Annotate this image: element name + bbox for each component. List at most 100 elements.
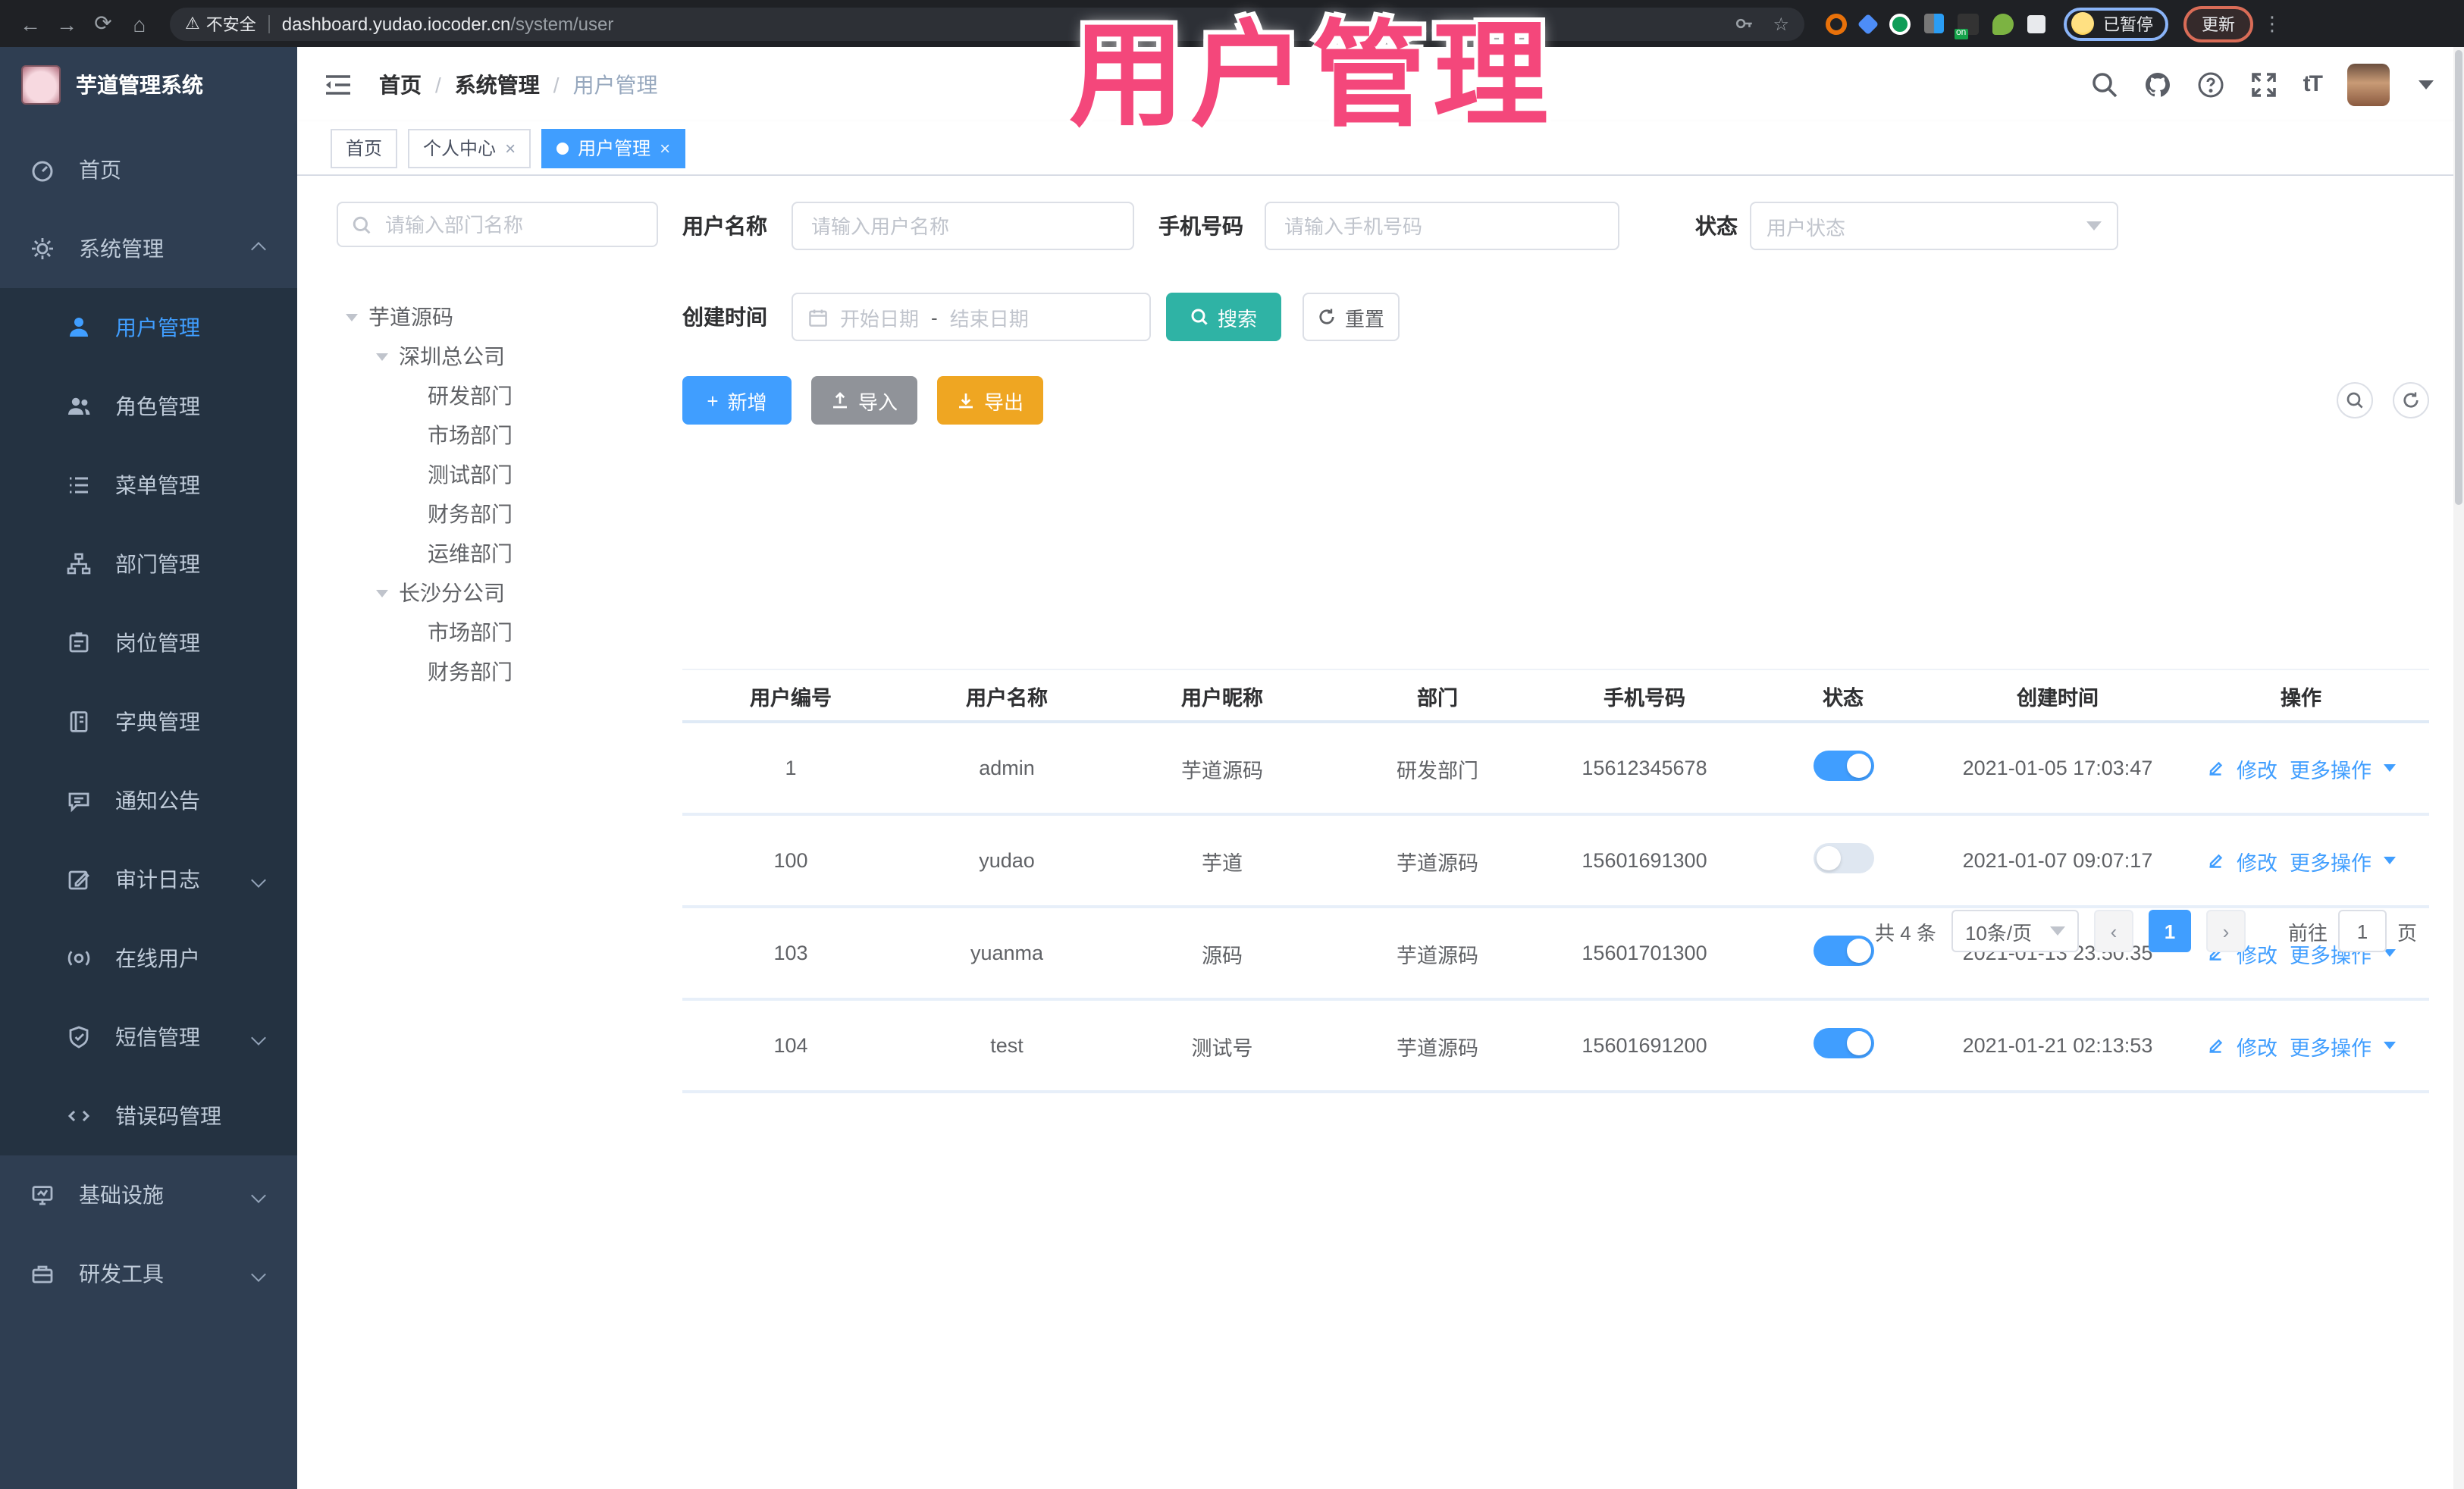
search-button[interactable]: 搜索 (1166, 293, 1281, 341)
prev-page-button[interactable]: ‹ (2093, 910, 2133, 952)
tree-caret-icon[interactable] (346, 313, 358, 321)
key-icon[interactable] (1735, 14, 1754, 33)
sidebar-item-post-mgmt[interactable]: 岗位管理 (0, 603, 297, 682)
chevron-down-icon (251, 872, 266, 887)
font-size-icon[interactable]: tT (2303, 71, 2323, 97)
mobile-label: 手机号码 (1158, 214, 1243, 238)
page-scrollbar[interactable] (2453, 47, 2464, 1489)
browser-menu-icon[interactable]: ⋮ (2262, 11, 2282, 36)
extension-switch-icon[interactable]: on (1955, 13, 1979, 39)
status-label: 状态 (1695, 214, 1738, 238)
sidebar-item-role-mgmt[interactable]: 角色管理 (0, 367, 297, 446)
back-icon[interactable]: ← (12, 11, 49, 36)
browser-update-button[interactable]: 更新 (2183, 5, 2253, 42)
table-refresh-button[interactable] (2393, 382, 2429, 418)
mobile-field[interactable] (1265, 202, 1619, 250)
status-toggle[interactable] (1813, 1028, 1873, 1058)
github-icon[interactable] (2144, 71, 2171, 98)
user-avatar[interactable] (2347, 63, 2390, 105)
table-search-button[interactable] (2337, 382, 2373, 418)
sidebar-item-errcode-mgmt[interactable]: 错误码管理 (0, 1077, 297, 1155)
sidebar-item-notice[interactable]: 通知公告 (0, 761, 297, 840)
tree-node[interactable]: 研发部门 (337, 376, 658, 415)
username-field[interactable] (792, 202, 1134, 250)
forward-icon[interactable]: → (49, 11, 85, 36)
edit-action[interactable]: 修改 (2237, 845, 2277, 876)
collapse-sidebar-icon[interactable] (324, 72, 352, 96)
tree-node[interactable]: 市场部门 (337, 613, 658, 652)
scrollbar-thumb[interactable] (2455, 50, 2462, 505)
tree-caret-icon[interactable] (376, 589, 388, 597)
status-select[interactable]: 用户状态 (1750, 202, 2118, 250)
page-size-select[interactable]: 10条/页 (1951, 910, 2079, 952)
tree-node[interactable]: 深圳总公司 (337, 337, 658, 376)
tree-node[interactable]: 测试部门 (337, 455, 658, 494)
username-input[interactable] (808, 213, 1118, 239)
bookmark-star-icon[interactable]: ☆ (1773, 13, 1789, 34)
sidebar-item-menu-mgmt[interactable]: 菜单管理 (0, 446, 297, 525)
more-actions[interactable]: 更多操作 (2290, 845, 2372, 876)
sidebar-item-home[interactable]: 首页 (0, 130, 297, 209)
sidebar-item-dev-tools[interactable]: 研发工具 (0, 1234, 297, 1313)
address-bar[interactable]: ⚠ 不安全 dashboard.yudao.iocoder.cn/system/u… (170, 7, 1804, 40)
app-logo[interactable]: 芋道管理系统 (0, 47, 297, 121)
current-page[interactable]: 1 (2148, 910, 2191, 952)
home-icon[interactable]: ⌂ (121, 11, 158, 36)
reload-icon[interactable]: ⟳ (85, 11, 121, 36)
extension-green-icon[interactable] (1889, 13, 1911, 34)
sidebar-item-system[interactable]: 系统管理 (0, 209, 297, 288)
extension-sprout-icon[interactable] (1992, 13, 2014, 34)
more-actions[interactable]: 更多操作 (2290, 1030, 2372, 1061)
fullscreen-icon[interactable] (2250, 71, 2277, 98)
extension-orange-icon[interactable] (1826, 13, 1847, 34)
sidebar-item-sms-mgmt[interactable]: 短信管理 (0, 998, 297, 1077)
goto-page-input[interactable] (2337, 910, 2387, 952)
export-button[interactable]: 导出 (937, 376, 1043, 425)
tree-node[interactable]: 财务部门 (337, 494, 658, 534)
tree-node[interactable]: 芋道源码 (337, 297, 658, 337)
breadcrumb-home[interactable]: 首页 (379, 69, 422, 99)
edit-action[interactable]: 修改 (2237, 753, 2277, 783)
status-toggle[interactable] (1813, 936, 1873, 966)
reset-button[interactable]: 重置 (1303, 293, 1400, 341)
extension-grid-icon[interactable] (1924, 14, 1944, 33)
avatar-caret-icon[interactable] (2419, 80, 2434, 89)
status-toggle[interactable] (1813, 751, 1873, 781)
user-icon (70, 318, 88, 337)
more-actions[interactable]: 更多操作 (2290, 753, 2372, 783)
sidebar-item-dict-mgmt[interactable]: 字典管理 (0, 682, 297, 761)
status-toggle[interactable] (1813, 843, 1873, 873)
tree-node[interactable]: 财务部门 (337, 652, 658, 691)
sidebar-item-infra[interactable]: 基础设施 (0, 1155, 297, 1234)
tab-profile[interactable]: 个人中心 × (408, 128, 531, 168)
browser-profile-button[interactable]: 已暂停 (2064, 7, 2168, 40)
tree-node[interactable]: 市场部门 (337, 415, 658, 455)
sidebar-item-user-mgmt[interactable]: 用户管理 (0, 288, 297, 367)
mobile-input[interactable] (1281, 213, 1603, 239)
add-button[interactable]: + 新增 (682, 376, 792, 425)
search-icon[interactable] (2091, 71, 2118, 98)
tree-node[interactable]: 长沙分公司 (337, 573, 658, 613)
edit-icon (2209, 1038, 2223, 1052)
close-icon[interactable]: × (660, 137, 670, 158)
import-button[interactable]: 导入 (811, 376, 917, 425)
edit-action[interactable]: 修改 (2237, 1030, 2277, 1061)
tab-user-mgmt[interactable]: 用户管理 × (541, 128, 686, 168)
tab-home[interactable]: 首页 (331, 128, 398, 168)
sidebar-item-audit-log[interactable]: 审计日志 (0, 840, 297, 919)
refresh-icon (2403, 392, 2419, 408)
help-icon[interactable] (2197, 71, 2224, 98)
tree-caret-icon[interactable] (376, 353, 388, 360)
extensions-puzzle-icon[interactable] (2027, 14, 2045, 33)
dept-search-box[interactable] (337, 202, 658, 247)
breadcrumb-system[interactable]: 系统管理 (455, 69, 540, 99)
dept-search-input[interactable] (382, 212, 610, 237)
sidebar-item-online-users[interactable]: 在线用户 (0, 919, 297, 998)
close-icon[interactable]: × (505, 137, 516, 158)
sidebar-item-dept-mgmt[interactable]: 部门管理 (0, 525, 297, 603)
next-page-button[interactable]: › (2205, 910, 2246, 952)
date-range-picker[interactable]: 开始日期 - 结束日期 (792, 293, 1151, 341)
extension-gem-icon[interactable] (1857, 12, 1879, 35)
not-secure-warning[interactable]: ⚠ 不安全 (185, 11, 256, 36)
tree-node[interactable]: 运维部门 (337, 534, 658, 573)
